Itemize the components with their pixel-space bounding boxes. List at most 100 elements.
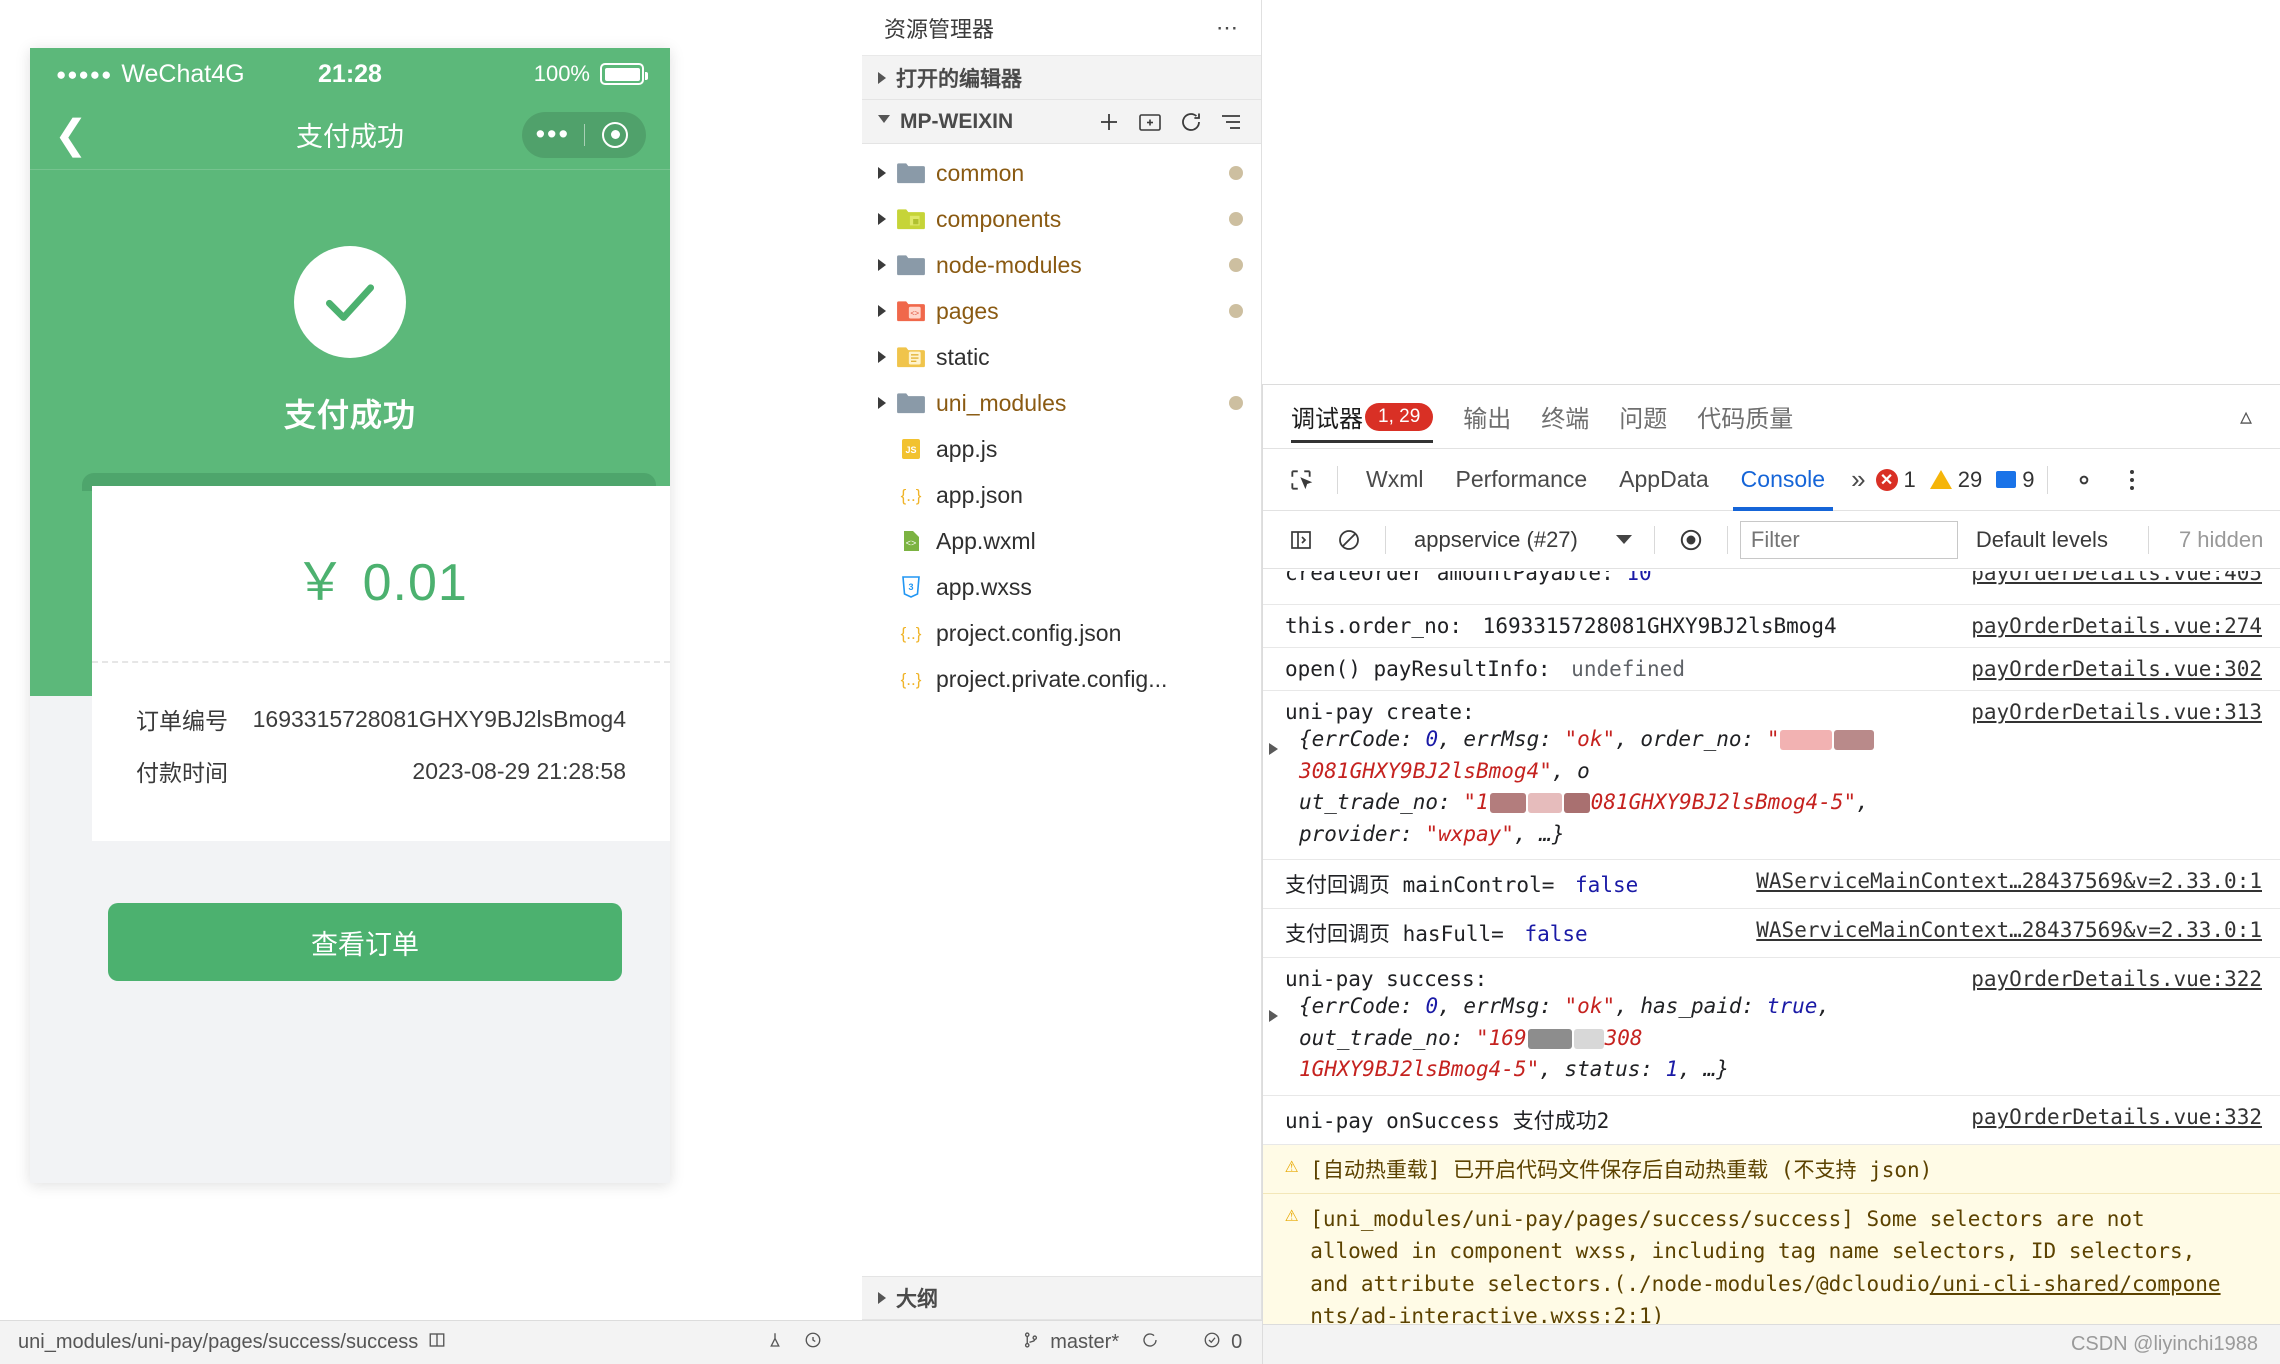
remote-icon[interactable] xyxy=(766,1331,784,1355)
source-link[interactable]: payOrderDetails.vue:313 xyxy=(1971,700,2262,724)
chevron-down-icon[interactable] xyxy=(878,114,890,129)
warning-count[interactable]: 29 xyxy=(1929,467,1982,493)
chevron-down-icon[interactable] xyxy=(1615,535,1632,544)
source-link[interactable]: payOrderDetails.vue:274 xyxy=(1971,614,2262,638)
tree-item-label: app.json xyxy=(936,481,1023,508)
preview-str: 081GHXY9BJ2lsBmog4-5" xyxy=(1590,790,1857,814)
source-link[interactable]: payOrderDetails.vue:405 xyxy=(1971,571,2262,585)
chevron-right-icon[interactable] xyxy=(878,71,886,84)
status-remote[interactable] xyxy=(766,1331,784,1355)
source-link[interactable]: WAServiceMainContext…28437569&v=2.33.0:1 xyxy=(1756,918,2262,942)
explorer-header: 资源管理器 ⋯ xyxy=(862,0,1261,56)
more-horizontal-icon[interactable]: ⋯ xyxy=(1216,16,1241,38)
console-row[interactable]: open() payResultInfo: undefined payOrder… xyxy=(1263,648,2280,691)
message-icon xyxy=(1996,471,2017,488)
tab-terminal[interactable]: 终端 xyxy=(1541,385,1589,449)
status-bell[interactable] xyxy=(804,1331,822,1355)
section-open-editors[interactable]: 打开的编辑器 xyxy=(862,56,1261,100)
console-row-object[interactable]: uni-pay create: {errCode: 0, errMsg: "ok… xyxy=(1263,691,2280,860)
chevron-right-icon[interactable] xyxy=(878,213,886,225)
status-branch[interactable]: master* xyxy=(1022,1331,1159,1355)
expand-arrow-icon[interactable] xyxy=(1269,743,1278,755)
console-row[interactable]: 支付回调页 hasFull= false WAServiceMainContex… xyxy=(1263,909,2280,958)
tree-item-project-config-json[interactable]: {..} project.config.json xyxy=(862,610,1261,656)
chevron-right-icon[interactable] xyxy=(878,305,886,317)
console-output[interactable]: createOrder amountPayable: 10 payOrderDe… xyxy=(1263,571,2280,1364)
live-expression-icon[interactable] xyxy=(1667,518,1715,562)
tree-item-label: App.wxml xyxy=(936,527,1036,554)
tree-item-app-wxss[interactable]: 3 app.wxss xyxy=(862,564,1261,610)
bell-icon[interactable] xyxy=(804,1331,822,1355)
preview-part: {errCode: xyxy=(1299,994,1426,1018)
preview-part: , o xyxy=(1551,758,1590,783)
message-count[interactable]: 9 xyxy=(1996,467,2035,493)
execution-context-select[interactable]: appservice (#27) xyxy=(1398,527,1642,553)
tab-output[interactable]: 输出 xyxy=(1463,385,1511,449)
subtab-performance[interactable]: Performance xyxy=(1439,449,1603,511)
console-row[interactable]: uni-pay onSuccess 支付成功2 payOrderDetails.… xyxy=(1263,1096,2280,1145)
target-icon[interactable] xyxy=(585,121,647,148)
warning-icon: ⚠ xyxy=(1285,1152,1299,1178)
log-levels-select[interactable]: Default levels xyxy=(1958,527,2136,553)
console-row[interactable]: createOrder amountPayable: 10 payOrderDe… xyxy=(1263,571,2280,605)
tree-item-components[interactable]: components xyxy=(862,196,1261,242)
tree-item-uni-modules[interactable]: uni_modules xyxy=(862,380,1261,426)
chevron-right-icon[interactable] xyxy=(878,259,886,271)
source-link[interactable]: payOrderDetails.vue:322 xyxy=(1971,967,2262,991)
tree-item-label: project.private.config... xyxy=(936,665,1168,692)
console-row[interactable]: this.order_no: 1693315728081GHXY9BJ2lsBm… xyxy=(1263,605,2280,648)
chevron-right-icon[interactable] xyxy=(878,351,886,363)
file-tree: common components node-modules <> pages stati… xyxy=(862,144,1261,702)
more-horizontal-icon[interactable]: ••• xyxy=(522,121,584,148)
chevron-left-icon[interactable]: ❮ xyxy=(54,115,88,155)
tree-item-common[interactable]: common xyxy=(862,150,1261,196)
expand-arrow-icon[interactable] xyxy=(1269,1010,1278,1022)
tab-problems[interactable]: 问题 xyxy=(1619,385,1667,449)
tree-item-app-js[interactable]: JS app.js xyxy=(862,426,1261,472)
subtab-console[interactable]: Console xyxy=(1725,449,1841,511)
section-project-root[interactable]: MP-WEIXIN xyxy=(862,100,1261,144)
sync-icon[interactable] xyxy=(1141,1331,1159,1355)
chevron-right-icon[interactable] xyxy=(878,167,886,179)
tree-item-app-json[interactable]: {..} app.json xyxy=(862,472,1261,518)
view-order-button[interactable]: 查看订单 xyxy=(108,903,622,981)
console-row-object[interactable]: uni-pay success: {errCode: 0, errMsg: "o… xyxy=(1263,958,2280,1096)
order-info-row: 付款时间 2023-08-29 21:28:58 xyxy=(136,745,626,797)
error-count[interactable]: ✕ 1 xyxy=(1875,467,1916,493)
tree-item-static[interactable]: static xyxy=(862,334,1261,380)
status-path[interactable]: uni_modules/uni-pay/pages/success/succes… xyxy=(18,1331,446,1355)
status-counters[interactable]: 0 0 0 xyxy=(1203,1331,1262,1355)
tree-item-project-private-config-[interactable]: {..} project.private.config... xyxy=(862,656,1261,702)
console-row-warning[interactable]: ⚠ [uni_modules/uni-pay/pages/success/suc… xyxy=(1263,1193,2280,1343)
warning-link[interactable]: /uni-cli-shared/compone xyxy=(1930,1272,2221,1296)
more-vertical-icon[interactable] xyxy=(2108,458,2156,502)
tree-item-app-wxml[interactable]: <> App.wxml xyxy=(862,518,1261,564)
console-sidebar-icon[interactable] xyxy=(1277,518,1325,562)
tree-item-pages[interactable]: <> pages xyxy=(862,288,1261,334)
tree-item-node-modules[interactable]: node-modules xyxy=(862,242,1261,288)
source-link[interactable]: WAServiceMainContext…28437569&v=2.33.0:1 xyxy=(1756,869,2262,893)
filter-input[interactable] xyxy=(1739,520,1958,559)
new-folder-icon[interactable] xyxy=(1137,110,1163,134)
tab-debugger[interactable]: 调试器 1, 29 xyxy=(1291,385,1434,449)
gear-icon[interactable] xyxy=(2060,458,2108,502)
chevron-up-icon[interactable]: ▵ xyxy=(2240,402,2252,431)
chevron-right-icon[interactable] xyxy=(878,1292,886,1304)
tab-code-quality[interactable]: 代码质量 xyxy=(1697,385,1793,449)
chevrons-right-icon[interactable]: » xyxy=(1841,464,1875,495)
clear-console-icon[interactable] xyxy=(1325,518,1373,562)
source-link[interactable]: payOrderDetails.vue:332 xyxy=(1971,1105,2262,1129)
console-row-warning[interactable]: ⚠ [自动热重载] 已开启代码文件保存后自动热重载 (不支持 json) xyxy=(1263,1144,2280,1194)
subtab-wxml[interactable]: Wxml xyxy=(1350,449,1439,511)
mini-program-capsule[interactable]: ••• xyxy=(522,111,647,158)
inspect-element-icon[interactable] xyxy=(1277,458,1325,502)
source-link[interactable]: payOrderDetails.vue:302 xyxy=(1971,657,2262,681)
section-outline[interactable]: 大纲 xyxy=(862,1276,1261,1320)
console-row[interactable]: 支付回调页 mainControl= false WAServiceMainCo… xyxy=(1263,860,2280,909)
refresh-icon[interactable] xyxy=(1179,110,1203,134)
collapse-all-icon[interactable] xyxy=(1219,110,1243,134)
subtab-appdata[interactable]: AppData xyxy=(1603,449,1725,511)
new-file-icon[interactable] xyxy=(1097,110,1121,134)
chevron-right-icon[interactable] xyxy=(878,397,886,409)
split-editor-icon[interactable] xyxy=(428,1331,446,1355)
